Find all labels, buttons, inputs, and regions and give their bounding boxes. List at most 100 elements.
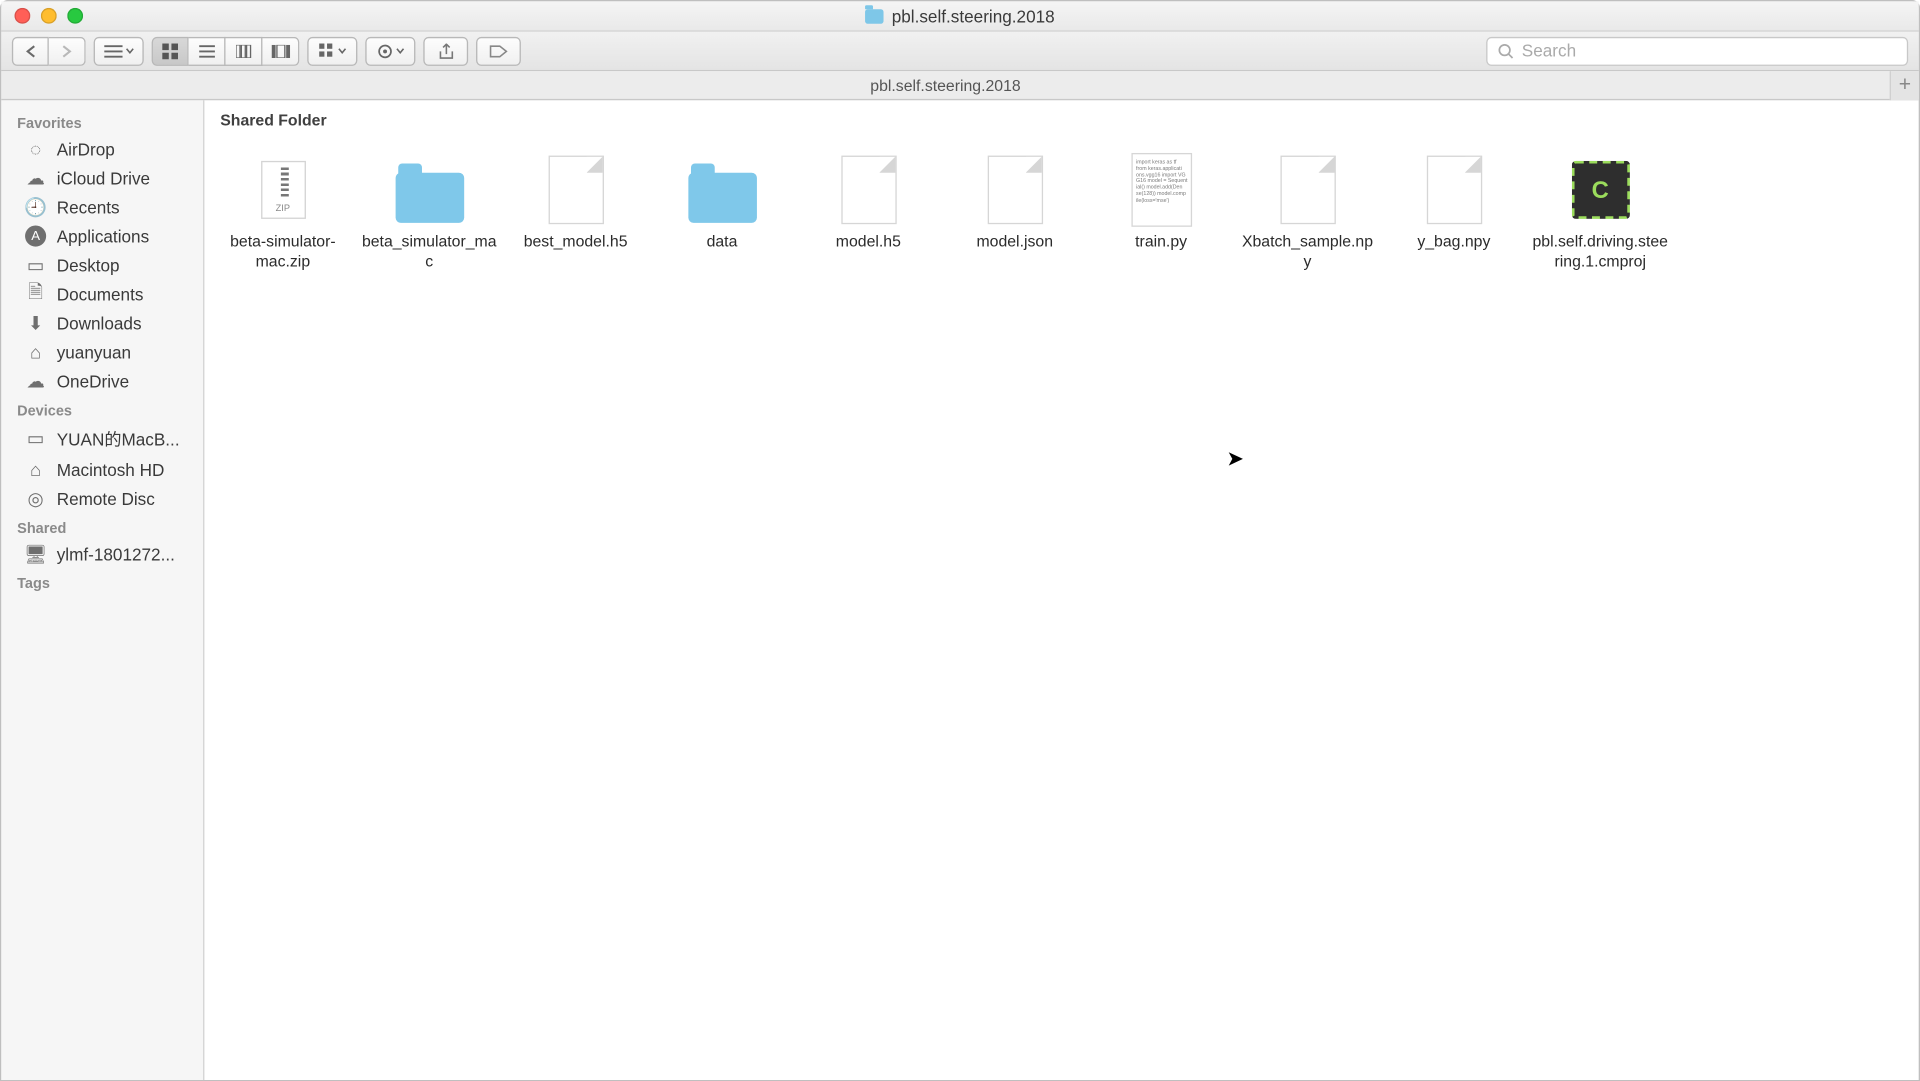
forward-button[interactable] xyxy=(49,36,86,65)
folder-icon xyxy=(387,148,471,232)
sidebar-header-devices: Devices xyxy=(1,396,203,422)
pc-icon: 🖥 xyxy=(25,543,46,564)
document-icon xyxy=(1412,148,1496,232)
minimize-window-button[interactable] xyxy=(41,8,57,24)
view-list-button[interactable] xyxy=(189,36,226,65)
file-label: best_model.h5 xyxy=(524,232,628,252)
document-icon xyxy=(1265,148,1349,232)
sidebar-item-label: Remote Disc xyxy=(57,489,155,509)
onedrive-icon: ☁ xyxy=(25,371,46,392)
file-label: y_bag.npy xyxy=(1417,232,1490,252)
tab-bar: pbl.self.steering.2018 + xyxy=(1,71,1918,100)
sidebar-toggle-button[interactable] xyxy=(94,36,144,65)
plus-icon: + xyxy=(1899,73,1911,97)
laptop-icon: ▭ xyxy=(25,428,46,449)
sidebar-item-label: Desktop xyxy=(57,255,120,275)
chevron-left-icon xyxy=(24,44,36,57)
sidebar: Favorites◌AirDrop☁iCloud Drive🕘RecentsAA… xyxy=(1,100,204,1080)
apps-icon: A xyxy=(25,225,46,246)
sidebar-item-label: YUAN的MacB... xyxy=(57,426,180,451)
action-menu-button[interactable] xyxy=(365,36,415,65)
sidebar-item-airdrop[interactable]: ◌AirDrop xyxy=(1,135,203,164)
sidebar-item-remote-disc[interactable]: ◎ Remote Disc xyxy=(1,484,203,513)
view-gallery-button[interactable] xyxy=(262,36,299,65)
icloud-icon: ☁ xyxy=(25,167,46,188)
file-item[interactable]: Xbatch_sample.npy xyxy=(1234,140,1380,280)
close-window-button[interactable] xyxy=(15,8,31,24)
file-label: model.h5 xyxy=(836,232,901,252)
file-label: model.json xyxy=(976,232,1053,252)
view-mode-segment xyxy=(152,36,300,65)
sidebar-item-onedrive[interactable]: ☁ OneDrive xyxy=(1,367,203,396)
tab-current[interactable]: pbl.self.steering.2018 xyxy=(1,76,1889,94)
content-area[interactable]: Shared Folder beta-simulator-mac.zipbeta… xyxy=(204,100,1918,1080)
search-placeholder: Search xyxy=(1522,41,1576,61)
file-item[interactable]: Cpbl.self.driving.steering.1.cmproj xyxy=(1527,140,1673,280)
share-button[interactable] xyxy=(423,36,468,65)
grid-icon xyxy=(162,43,178,59)
sidebar-item-desktop[interactable]: ▭ Desktop xyxy=(1,251,203,280)
tags-button[interactable] xyxy=(476,36,521,65)
file-item[interactable]: model.h5 xyxy=(795,140,941,280)
chevron-down-icon xyxy=(125,47,134,54)
window-title-text: pbl.self.steering.2018 xyxy=(892,6,1055,26)
zip-icon xyxy=(241,148,325,232)
file-label: train.py xyxy=(1135,232,1187,252)
new-tab-button[interactable]: + xyxy=(1890,71,1919,100)
window-title: pbl.self.steering.2018 xyxy=(1,6,1918,26)
sidebar-item-label: Downloads xyxy=(57,313,142,333)
group-by-button[interactable] xyxy=(307,36,357,65)
sidebar-item-icloud-drive[interactable]: ☁iCloud Drive xyxy=(1,164,203,193)
file-item[interactable]: beta-simulator-mac.zip xyxy=(210,140,356,280)
share-icon xyxy=(438,43,453,59)
sidebar-header-favorites: Favorites xyxy=(1,108,203,134)
chevron-down-icon xyxy=(395,47,404,54)
back-button[interactable] xyxy=(12,36,49,65)
file-grid: beta-simulator-mac.zipbeta_simulator_mac… xyxy=(204,135,1918,285)
folder-icon xyxy=(865,9,883,24)
sidebar-item-macintosh-hd[interactable]: ⌂Macintosh HD xyxy=(1,455,203,484)
search-icon xyxy=(1498,43,1514,59)
hdd-icon: ⌂ xyxy=(25,459,46,480)
sidebar-item-label: AirDrop xyxy=(57,139,115,159)
gear-icon xyxy=(376,43,392,59)
nav-buttons xyxy=(12,36,86,65)
window-body: Favorites◌AirDrop☁iCloud Drive🕘RecentsAA… xyxy=(1,100,1918,1080)
sidebar-header-shared: Shared xyxy=(1,513,203,539)
desktop-icon: ▭ xyxy=(25,255,46,276)
document-icon xyxy=(973,148,1057,232)
sidebar-item-downloads[interactable]: ⬇ Downloads xyxy=(1,309,203,338)
chevron-right-icon xyxy=(61,44,73,57)
sidebar-item-yuan-macb-[interactable]: ▭ YUAN的MacB... xyxy=(1,422,203,455)
python-file-icon xyxy=(1119,148,1203,232)
file-item[interactable]: data xyxy=(649,140,795,280)
downloads-icon: ⬇ xyxy=(25,313,46,334)
sidebar-item-yuanyuan[interactable]: ⌂yuanyuan xyxy=(1,338,203,367)
sidebar-item-label: yuanyuan xyxy=(57,342,131,362)
file-item[interactable]: train.py xyxy=(1088,140,1234,280)
group-icon xyxy=(318,43,334,59)
chevron-down-icon xyxy=(337,47,346,54)
view-column-button[interactable] xyxy=(225,36,262,65)
view-icon-button[interactable] xyxy=(152,36,189,65)
file-label: beta-simulator-mac.zip xyxy=(214,232,351,272)
file-item[interactable]: beta_simulator_mac xyxy=(356,140,502,280)
sidebar-item-label: Applications xyxy=(57,226,149,246)
file-item[interactable]: best_model.h5 xyxy=(502,140,648,280)
sidebar-item-applications[interactable]: A Applications xyxy=(1,222,203,251)
camtasia-project-icon: C xyxy=(1558,148,1642,232)
zoom-window-button[interactable] xyxy=(67,8,83,24)
search-field[interactable]: Search xyxy=(1486,36,1908,65)
columns-icon xyxy=(235,44,251,57)
section-header: Shared Folder xyxy=(204,100,1918,134)
sidebar-item-label: OneDrive xyxy=(57,371,129,391)
file-label: data xyxy=(707,232,738,252)
sidebar-item-ylmf-1801272-[interactable]: 🖥ylmf-1801272... xyxy=(1,539,203,568)
disc-icon: ◎ xyxy=(25,488,46,509)
sidebar-item-recents[interactable]: 🕘Recents xyxy=(1,193,203,222)
sidebar-item-documents[interactable]: 🗎Documents xyxy=(1,280,203,309)
document-icon xyxy=(533,148,617,232)
file-item[interactable]: model.json xyxy=(942,140,1088,280)
file-item[interactable]: y_bag.npy xyxy=(1381,140,1527,280)
tab-label: pbl.self.steering.2018 xyxy=(870,76,1020,94)
